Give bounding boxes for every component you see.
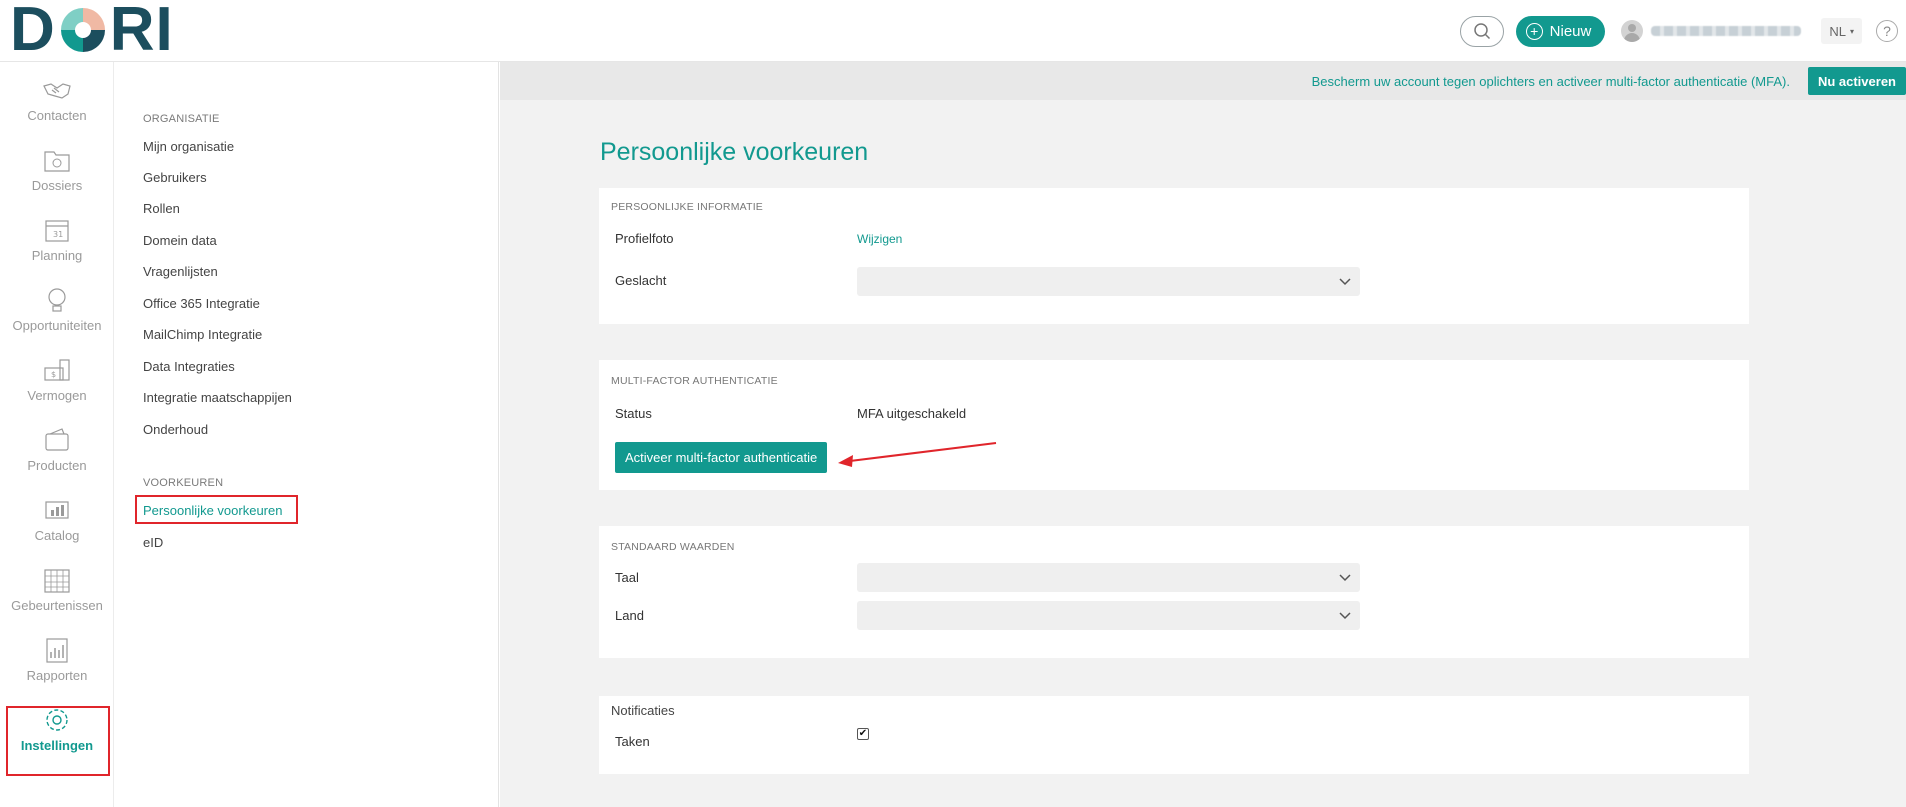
tasks-checkbox[interactable]: ✔ xyxy=(857,728,869,740)
personal-info-card: PERSOONLIJKE INFORMATIE Profielfoto Wijz… xyxy=(599,188,1749,324)
chevron-down-icon xyxy=(1339,574,1351,582)
mfa-card: MULTI-FACTOR AUTHENTICATIE Status MFA ui… xyxy=(599,360,1749,490)
mfa-status-value: MFA uitgeschakeld xyxy=(857,406,967,421)
card-header: MULTI-FACTOR AUTHENTICATIE xyxy=(611,375,778,387)
nav-producten[interactable]: Producten xyxy=(0,426,114,486)
tasks-label: Taken xyxy=(615,734,650,749)
new-button[interactable]: + Nieuw xyxy=(1515,15,1606,47)
mfa-banner-text: Bescherm uw account tegen oplichters en … xyxy=(1311,73,1790,89)
nav-opportuniteiten[interactable]: Opportuniteiten xyxy=(0,286,114,346)
menu-mijn-organisatie[interactable]: Mijn organisatie xyxy=(143,139,234,154)
user-menu[interactable] xyxy=(1621,20,1802,42)
lightbulb-icon xyxy=(48,288,66,312)
profile-photo-label: Profielfoto xyxy=(615,231,674,246)
menu-rollen[interactable]: Rollen xyxy=(143,201,180,216)
nav-rapporten[interactable]: Rapporten xyxy=(0,636,114,696)
menu-domein-data[interactable]: Domein data xyxy=(143,233,217,248)
avatar xyxy=(1621,20,1644,42)
search-icon xyxy=(1473,23,1490,40)
highlight-box xyxy=(6,706,110,776)
help-icon: ? xyxy=(1883,23,1891,39)
nav-label: Catalog xyxy=(34,528,80,543)
language-value: NL xyxy=(1829,23,1846,39)
language-select[interactable]: NL ▾ xyxy=(1821,18,1862,44)
grid-calendar-icon xyxy=(44,569,70,593)
activate-now-button[interactable]: Nu activeren xyxy=(1807,67,1906,95)
caret-down-icon: ▾ xyxy=(1849,26,1854,36)
change-photo-link[interactable]: Wijzigen xyxy=(857,232,902,246)
menu-office365-integratie[interactable]: Office 365 Integratie xyxy=(143,296,260,311)
nav-gebeurtenissen[interactable]: Gebeurtenissen xyxy=(0,566,114,626)
nav-label: Opportuniteiten xyxy=(12,318,102,333)
nav-catalog[interactable]: Catalog xyxy=(0,496,114,556)
handshake-icon xyxy=(43,83,71,99)
notifications-header: Notificaties xyxy=(611,703,675,718)
nav-contacten[interactable]: Contacten xyxy=(0,76,114,136)
dori-logo[interactable]: D RI xyxy=(10,0,174,61)
menu-vragenlijsten[interactable]: Vragenlijsten xyxy=(143,264,218,279)
notifications-card: Notificaties Taken ✔ xyxy=(599,696,1749,774)
logo-swirl-icon xyxy=(58,5,108,55)
country-label: Land xyxy=(615,608,644,623)
nav-label: Rapporten xyxy=(26,668,88,683)
checkmark-icon: ✔ xyxy=(858,728,868,739)
nav-label: Gebeurtenissen xyxy=(11,598,103,613)
nav-vermogen[interactable]: $ Vermogen xyxy=(0,356,114,416)
money-icon: $ xyxy=(44,359,70,381)
top-bar: D RI + Nieuw NL ▾ ? xyxy=(0,0,1906,62)
activate-mfa-button[interactable]: Activeer multi-factor authenticatie xyxy=(615,442,828,473)
card-header: PERSOONLIJKE INFORMATIE xyxy=(611,201,764,213)
card-header: STANDAARD WAARDEN xyxy=(611,541,735,553)
annotation-arrow-icon xyxy=(838,442,997,467)
nav-label: Planning xyxy=(31,248,83,263)
chart-icon xyxy=(45,501,69,519)
svg-text:$: $ xyxy=(51,370,56,379)
gender-select[interactable] xyxy=(857,267,1360,296)
chevron-down-icon xyxy=(1339,612,1351,620)
help-button[interactable]: ? xyxy=(1876,20,1898,42)
language-select-field[interactable] xyxy=(857,563,1360,592)
folder-icon xyxy=(44,151,70,172)
section-header-organisatie: ORGANISATIE xyxy=(143,113,220,125)
nav-label: Dossiers xyxy=(31,178,83,193)
menu-mailchimp-integratie[interactable]: MailChimp Integratie xyxy=(143,327,262,342)
section-header-voorkeuren: VOORKEUREN xyxy=(143,477,224,489)
menu-integratie-maatschappijen[interactable]: Integratie maatschappijen xyxy=(143,390,292,405)
country-select-field[interactable] xyxy=(857,601,1360,630)
user-name-blurred xyxy=(1651,26,1802,36)
nav-label: Contacten xyxy=(27,108,87,123)
language-label: Taal xyxy=(615,570,639,585)
mfa-banner: Bescherm uw account tegen oplichters en … xyxy=(500,62,1906,100)
nav-label: Producten xyxy=(27,458,87,473)
new-button-label: Nieuw xyxy=(1549,22,1592,40)
nav-dossiers[interactable]: Dossiers xyxy=(0,146,114,206)
default-values-card: STANDAARD WAARDEN Taal Land xyxy=(599,526,1749,658)
main-content: Bescherm uw account tegen oplichters en … xyxy=(500,62,1906,807)
gender-label: Geslacht xyxy=(615,273,667,288)
nav-label: Vermogen xyxy=(27,388,87,403)
search-button[interactable] xyxy=(1459,15,1504,47)
menu-gebruikers[interactable]: Gebruikers xyxy=(143,170,207,185)
nav-planning[interactable]: 31 Planning xyxy=(0,216,114,276)
calendar-icon: 31 xyxy=(45,220,69,242)
page-title: Persoonlijke voorkeuren xyxy=(600,138,869,166)
menu-data-integraties[interactable]: Data Integraties xyxy=(143,359,235,374)
plus-icon: + xyxy=(1525,22,1543,40)
status-label: Status xyxy=(615,406,652,421)
main-navigation: Contacten Dossiers 31 Planning Opportuni… xyxy=(0,62,114,807)
wallet-icon xyxy=(45,428,69,451)
settings-menu: ORGANISATIE Mijn organisatie Gebruikers … xyxy=(115,62,499,807)
chevron-down-icon xyxy=(1339,278,1351,286)
svg-text:31: 31 xyxy=(53,230,63,239)
report-icon xyxy=(46,638,68,663)
highlight-box xyxy=(135,495,298,524)
menu-eid[interactable]: eID xyxy=(143,535,163,550)
menu-onderhoud[interactable]: Onderhoud xyxy=(143,422,208,437)
